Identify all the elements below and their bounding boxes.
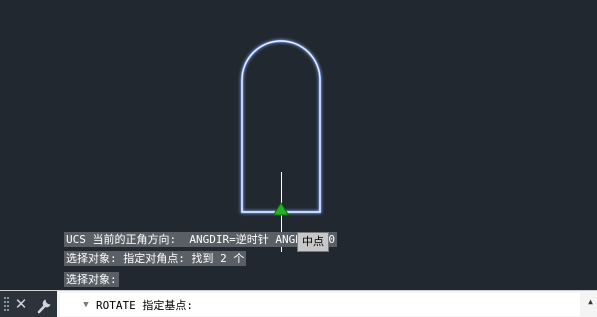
object-snap-tooltip: 中点 xyxy=(297,232,329,252)
command-line: ✕ ▼ ROTATE 指定基点: ▲ xyxy=(0,290,597,317)
command-history-line: 选择对象: 指定对角点: 找到 2 个 xyxy=(64,251,247,266)
wrench-icon[interactable] xyxy=(36,295,53,314)
triangle-up-icon[interactable]: ▲ xyxy=(588,297,593,306)
command-history-line: 选择对象: xyxy=(64,272,119,287)
command-line-toolbar: ✕ xyxy=(0,291,57,317)
command-prompt: ROTATE 指定基点: xyxy=(96,298,193,312)
midpoint-snap-marker xyxy=(272,202,290,216)
command-input[interactable]: ▼ ROTATE 指定基点: xyxy=(60,293,580,316)
command-history-line: UCS 当前的正角方向: ANGDIR=逆时针 ANGBASE=0 xyxy=(64,232,337,247)
close-icon[interactable]: ✕ xyxy=(13,294,29,314)
drag-grip-icon[interactable] xyxy=(4,297,9,312)
chevron-down-icon[interactable]: ▼ xyxy=(78,300,94,310)
